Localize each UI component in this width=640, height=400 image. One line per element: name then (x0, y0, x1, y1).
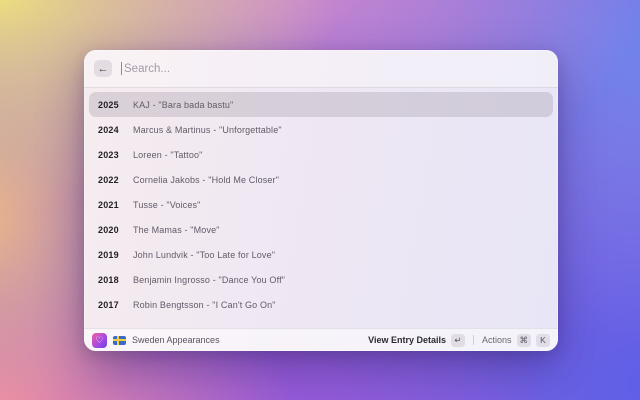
entry-title: The Mamas - "Move" (133, 224, 220, 235)
entry-title: Loreen - "Tattoo" (133, 149, 203, 160)
entry-title: Marcus & Martinus - "Unforgettable" (133, 124, 282, 135)
status-bar-right: View Entry Details ↵ Actions ⌘ K (368, 333, 550, 347)
actions-button[interactable]: Actions ⌘ K (481, 333, 550, 347)
list-item[interactable]: 2021 Tusse - "Voices" (89, 192, 553, 217)
list-item[interactable]: 2020 The Mamas - "Move" (89, 217, 553, 242)
view-entry-details-button[interactable]: View Entry Details ↵ (368, 333, 465, 347)
command-palette-window: ← 2025 KAJ - "Bara bada bastu" 2024 Marc… (84, 50, 558, 351)
list-item[interactable]: 2025 KAJ - "Bara bada bastu" (89, 92, 553, 117)
entry-title: Tusse - "Voices" (133, 199, 201, 210)
entry-title: Benjamin Ingrosso - "Dance You Off" (133, 274, 286, 285)
search-bar: ← (84, 50, 558, 88)
sweden-flag-icon (113, 335, 126, 345)
status-bar-left: ♡ Sweden Appearances (92, 332, 368, 348)
list-item[interactable]: 2022 Cornelia Jakobs - "Hold Me Closer" (89, 167, 553, 192)
footer-separator (472, 335, 474, 345)
return-key-badge: ↵ (450, 333, 465, 347)
results-list: 2025 KAJ - "Bara bada bastu" 2024 Marcus… (84, 88, 558, 328)
k-key-badge: K (536, 333, 550, 347)
entry-year: 2018 (98, 274, 119, 285)
entry-year: 2023 (98, 149, 119, 160)
source-label: Sweden Appearances (132, 335, 220, 345)
entry-title: Cornelia Jakobs - "Hold Me Closer" (133, 174, 280, 185)
entry-year: 2019 (98, 249, 119, 260)
back-button[interactable]: ← (94, 60, 112, 77)
entry-title: Robin Bengtsson - "I Can't Go On" (133, 299, 276, 310)
list-item[interactable]: 2017 Robin Bengtsson - "I Can't Go On" (89, 292, 553, 317)
list-item[interactable]: 2024 Marcus & Martinus - "Unforgettable" (89, 117, 553, 142)
search-input[interactable] (122, 58, 548, 79)
entry-title: KAJ - "Bara bada bastu" (133, 99, 234, 110)
list-item[interactable]: 2018 Benjamin Ingrosso - "Dance You Off" (89, 267, 553, 292)
list-item[interactable]: 2023 Loreen - "Tattoo" (89, 142, 553, 167)
view-entry-details-label: View Entry Details (368, 335, 446, 345)
entry-year: 2022 (98, 174, 119, 185)
entry-title: John Lundvik - "Too Late for Love" (133, 249, 276, 260)
command-key-badge: ⌘ (516, 333, 531, 347)
entry-year: 2017 (98, 299, 119, 310)
status-bar: ♡ Sweden Appearances View Entry Details … (84, 328, 558, 351)
entry-year: 2024 (98, 124, 119, 135)
list-item[interactable]: 2019 John Lundvik - "Too Late for Love" (89, 242, 553, 267)
entry-year: 2020 (98, 224, 119, 235)
back-arrow-icon: ← (97, 62, 109, 75)
actions-label: Actions (481, 335, 512, 345)
entry-year: 2021 (98, 199, 119, 210)
entry-year: 2025 (98, 99, 119, 110)
eurovision-heart-icon: ♡ (92, 332, 107, 348)
